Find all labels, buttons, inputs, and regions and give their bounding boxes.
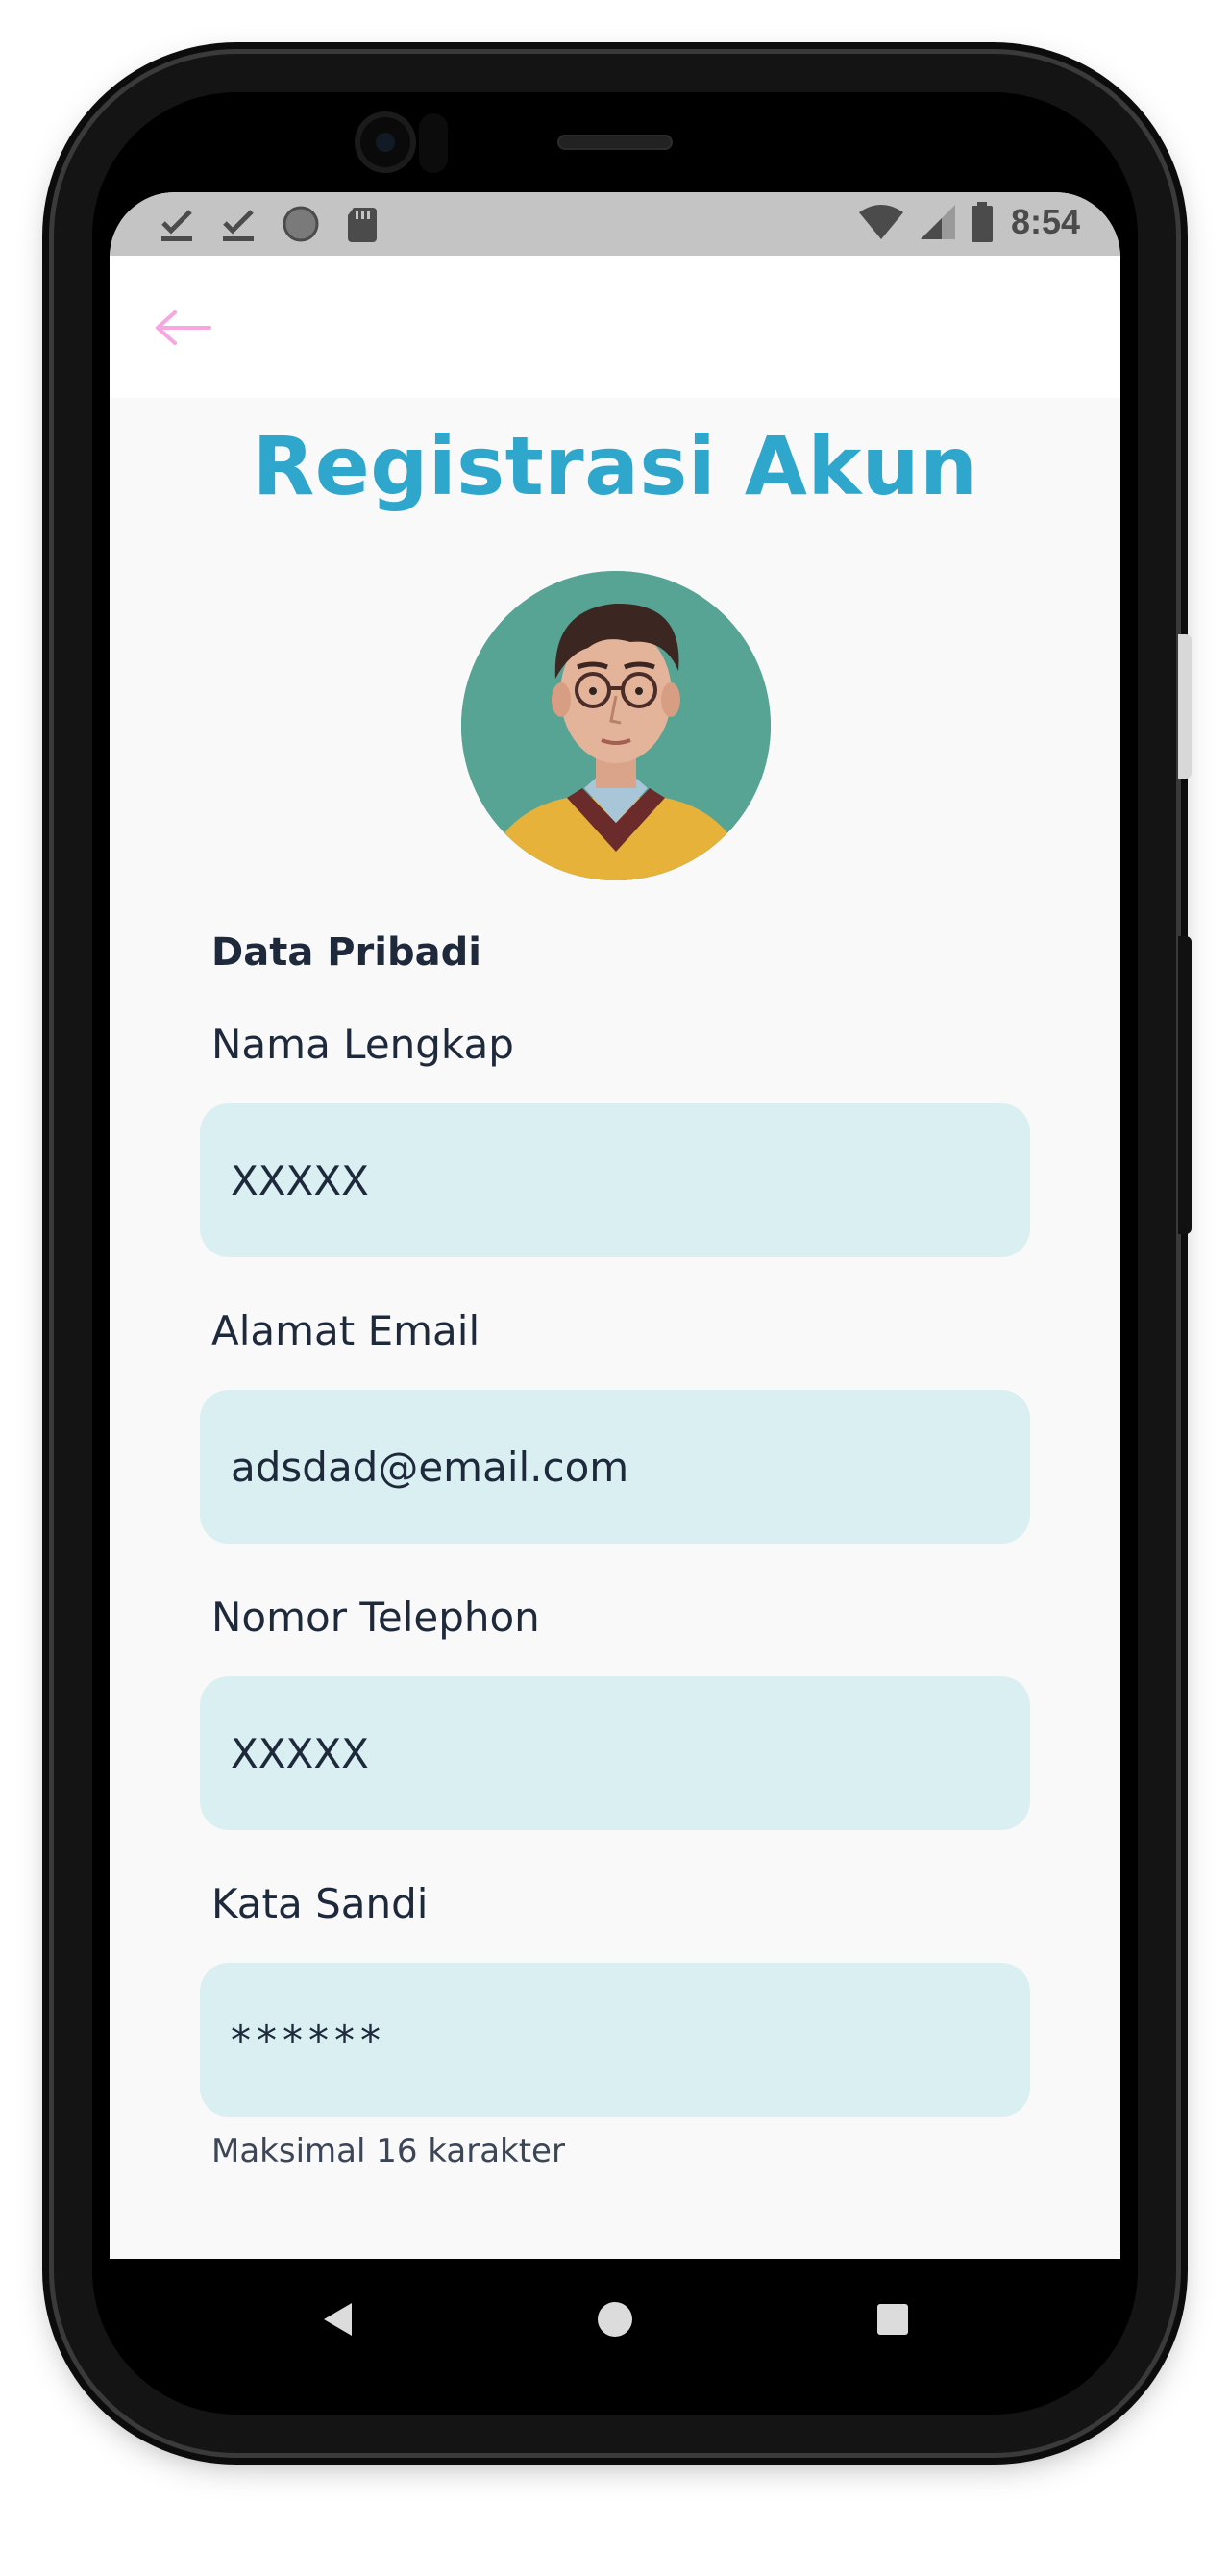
check-download-icon (223, 210, 254, 241)
status-right-icons: 8:54 (857, 202, 1080, 242)
earpiece-speaker (557, 135, 673, 150)
app-screen: 8:54 Registrasi Akun Data Pribadi Nama L… (110, 192, 1120, 2259)
email-label: Alamat Email (211, 1307, 480, 1354)
password-label: Kata Sandi (211, 1880, 429, 1927)
password-hint: Maksimal 16 karakter (211, 2132, 565, 2170)
proximity-sensor (419, 113, 448, 173)
status-left-icons (158, 204, 382, 244)
profile-photo (461, 571, 771, 880)
volume-button (1178, 634, 1192, 779)
system-nav-bar (110, 2259, 1120, 2380)
home-circle-icon (598, 2302, 632, 2337)
battery-icon (971, 202, 993, 242)
status-bar: 8:54 (110, 192, 1120, 256)
wifi-icon (858, 205, 903, 239)
recents-square-icon (877, 2304, 908, 2335)
back-triangle-icon (324, 2303, 352, 2336)
sd-card-icon (348, 208, 377, 242)
check-download-icon (161, 210, 192, 241)
power-button (1178, 936, 1192, 1234)
section-title: Data Pribadi (211, 930, 481, 975)
nav-back-button[interactable] (308, 2290, 367, 2349)
nav-home-button[interactable] (585, 2290, 645, 2349)
email-input[interactable]: adsdad@email.com (200, 1390, 1030, 1544)
password-input[interactable]: ****** (200, 1963, 1030, 2117)
back-button[interactable] (150, 294, 217, 361)
page-title: Registrasi Akun (252, 419, 978, 513)
app-bar (110, 256, 1120, 398)
status-time: 8:54 (1010, 202, 1080, 241)
fullname-label: Nama Lengkap (211, 1021, 514, 1068)
circle-icon (283, 206, 319, 242)
avatar[interactable] (461, 571, 771, 880)
phone-label: Nomor Telephon (211, 1594, 540, 1641)
fullname-input[interactable]: XXXXX (200, 1103, 1030, 1257)
nav-recents-button[interactable] (863, 2290, 922, 2349)
cell-signal-icon (920, 205, 955, 239)
phone-input[interactable]: XXXXX (200, 1676, 1030, 1830)
arrow-left-icon (156, 310, 211, 345)
front-camera (355, 111, 416, 173)
